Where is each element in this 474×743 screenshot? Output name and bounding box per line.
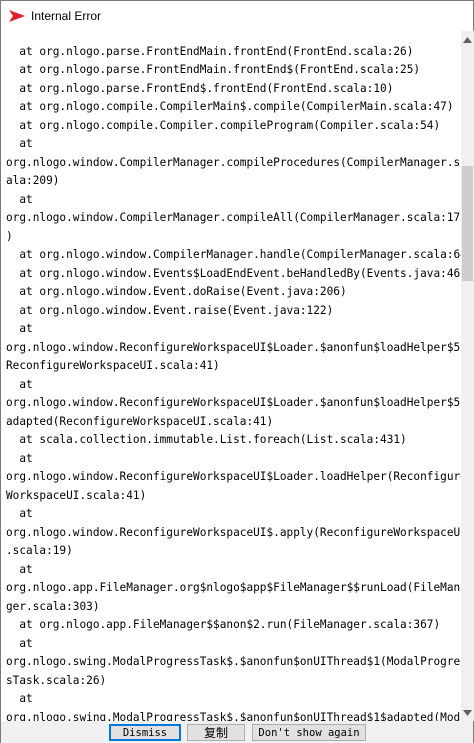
trace-line: org.nlogo.window.ReconfigureWorkspaceUI$… bbox=[6, 470, 461, 483]
trace-line: WorkspaceUI.scala:41) bbox=[6, 488, 147, 502]
trace-line: ReconfigureWorkspaceUI.scala:41) bbox=[6, 359, 220, 372]
window-title: Internal Error bbox=[31, 9, 102, 23]
trace-line: at org.nlogo.parse.FrontEndMain.frontEnd… bbox=[6, 44, 414, 58]
dont-show-again-button[interactable]: Don't show again bbox=[252, 724, 366, 741]
button-bar: Dismiss 复制 Don't show again bbox=[1, 721, 473, 743]
trace-line: org.nlogo.window.ReconfigureWorkspaceUI$… bbox=[6, 525, 461, 539]
trace-line: org.nlogo.window.CompilerManager.compile… bbox=[6, 211, 461, 224]
trace-line: ala:209) bbox=[6, 174, 60, 187]
trace-line bbox=[6, 31, 461, 43]
trace-line: at org.nlogo.app.FileManager$$anon$2.run… bbox=[6, 618, 441, 631]
trace-line: org.nlogo.app.FileManager.org$nlogo$app$… bbox=[6, 581, 461, 594]
scroll-down-arrow-icon[interactable] bbox=[461, 706, 474, 719]
trace-line: org.nlogo.window.CompilerManager.compile… bbox=[6, 155, 461, 169]
trace-line: at org.nlogo.parse.FrontEndMain.frontEnd… bbox=[6, 63, 421, 76]
trace-line: at bbox=[6, 137, 33, 150]
trace-line: at bbox=[6, 562, 33, 576]
netlogo-arrow-icon bbox=[9, 9, 25, 23]
trace-line: at org.nlogo.window.Event.doRaise(Event.… bbox=[6, 285, 347, 298]
trace-line: adapted(ReconfigureWorkspaceUI.scala:41) bbox=[6, 414, 274, 428]
trace-line: org.nlogo.window.ReconfigureWorkspaceUI$… bbox=[6, 340, 461, 354]
scrollbar-thumb[interactable] bbox=[462, 166, 473, 281]
copy-button[interactable]: 复制 bbox=[187, 724, 245, 741]
trace-line: at bbox=[6, 451, 33, 465]
trace-line: at org.nlogo.window.Events$LoadEndEvent.… bbox=[6, 266, 461, 280]
trace-line: ger.scala:303) bbox=[6, 599, 100, 613]
trace-line: at bbox=[6, 636, 33, 650]
vertical-scrollbar[interactable] bbox=[461, 31, 474, 721]
trace-line: at org.nlogo.compile.Compiler.compilePro… bbox=[6, 118, 441, 132]
trace-line: at bbox=[6, 377, 33, 391]
error-text-area[interactable]: at org.nlogo.parse.FrontEndMain.frontEnd… bbox=[1, 31, 461, 721]
trace-line: ) bbox=[6, 229, 13, 243]
trace-line: at org.nlogo.parse.FrontEnd$.frontEnd(Fr… bbox=[6, 81, 394, 95]
trace-line: at bbox=[6, 692, 33, 705]
trace-line: .scala:19) bbox=[6, 544, 73, 557]
trace-line: at bbox=[6, 192, 33, 206]
trace-line: at bbox=[6, 322, 33, 335]
trace-line: org.nlogo.swing.ModalProgressTask$.$anon… bbox=[6, 710, 461, 722]
scroll-up-arrow-icon[interactable] bbox=[461, 33, 474, 46]
internal-error-dialog: Internal Error at org.nlogo.parse.FrontE… bbox=[0, 0, 474, 743]
stack-trace: at org.nlogo.parse.FrontEndMain.frontEnd… bbox=[1, 31, 461, 722]
trace-line: org.nlogo.window.ReconfigureWorkspaceUI$… bbox=[6, 396, 461, 409]
trace-line: org.nlogo.swing.ModalProgressTask$.$anon… bbox=[6, 655, 461, 668]
title-bar[interactable]: Internal Error bbox=[1, 1, 473, 31]
dismiss-button[interactable]: Dismiss bbox=[109, 724, 181, 741]
trace-line: at org.nlogo.compile.CompilerMain$.compi… bbox=[6, 100, 454, 113]
trace-line: at org.nlogo.window.Event.raise(Event.ja… bbox=[6, 303, 334, 317]
trace-line: at org.nlogo.window.CompilerManager.hand… bbox=[6, 248, 461, 261]
trace-line: sTask.scala:26) bbox=[6, 673, 107, 687]
trace-line: at bbox=[6, 507, 33, 520]
trace-line: at scala.collection.immutable.List.forea… bbox=[6, 433, 407, 446]
